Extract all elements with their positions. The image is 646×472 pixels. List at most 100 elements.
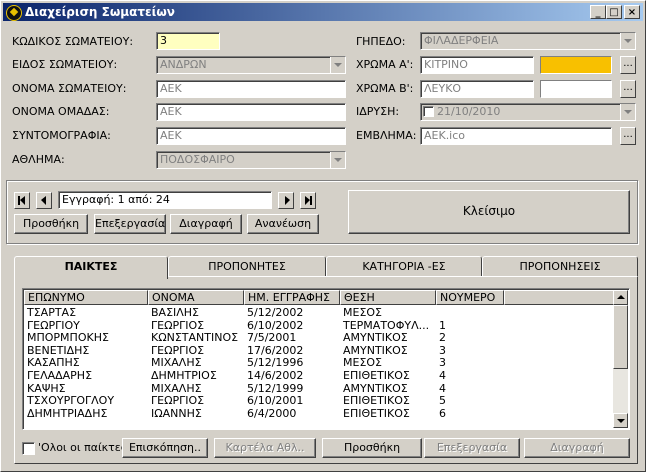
all-players-checkbox[interactable] bbox=[22, 442, 35, 455]
chevron-down-icon[interactable] bbox=[330, 152, 345, 168]
color-a-swatch bbox=[540, 56, 612, 74]
stadium-combo[interactable]: ΦΙΛΑΔΕΡΦΕΙΑ bbox=[420, 32, 636, 50]
sport-combo[interactable]: ΠΟΔΟΣΦΑΙΡΟ bbox=[156, 151, 346, 169]
last-record-button[interactable] bbox=[300, 192, 316, 209]
tab-coaches[interactable]: ΠΡΟΠΟΝΗΤΕΣ bbox=[168, 256, 326, 276]
tab-categories[interactable]: ΚΑΤΗΓΟΡΙΑ -ΕΣ bbox=[326, 256, 482, 276]
maximize-button[interactable]: □ bbox=[606, 5, 622, 19]
table-row[interactable]: ΤΣΧΟΥΡΓΟΓΛΟΥ ΓΕΩΡΓΙΟΣ 6/10/2001 ΕΠΙΘΕΤΙΚΟΣ 5 bbox=[24, 394, 616, 407]
club-name-field[interactable]: ΑΕΚ bbox=[156, 80, 346, 98]
column-header-filler bbox=[504, 290, 614, 305]
table-row[interactable]: ΒΕΝΕΤΙΔΗΣ ΓΕΩΡΓΙΟΣ 17/6/2002 ΑΜΥΝΤΙΚΟΣ 3 bbox=[24, 344, 616, 357]
delete-record-button[interactable]: Διαγραφή bbox=[170, 214, 242, 234]
table-cell: ΓΕΛΑΔΑΡΗΣ bbox=[27, 369, 93, 382]
table-cell: ΒΕΝΕΤΙΔΗΣ bbox=[27, 343, 90, 357]
abbreviation-field[interactable]: ΑΕΚ bbox=[156, 127, 346, 145]
table-cell: ΔΗΜΗΤΡΙΟΣ bbox=[151, 369, 217, 382]
table-cell: ΕΠΙΘΕΤΙΚΟΣ bbox=[343, 369, 410, 382]
table-cell: ΜΙΧΑΛΗΣ bbox=[151, 381, 202, 395]
table-cell: 2 bbox=[439, 331, 446, 345]
founded-checkbox[interactable] bbox=[423, 106, 434, 117]
table-row[interactable]: ΚΑΨΗΣ ΜΙΧΑΛΗΣ 5/12/1999 ΑΜΥΝΤΙΚΟΣ 4 bbox=[24, 382, 616, 395]
table-cell: ΜΠΟΡΜΠΟΚΗΣ bbox=[27, 331, 109, 345]
minimize-button[interactable]: _ bbox=[590, 5, 606, 19]
club-name-label: ΟΝΟΜΑ ΣΩΜΑΤΕΙΟΥ: bbox=[12, 82, 127, 95]
type-combo[interactable]: ΑΝΔΡΩΝ bbox=[156, 56, 346, 74]
add-record-button[interactable]: Προσθήκη bbox=[14, 214, 88, 234]
table-cell: ΜΙΧΑΛΗΣ bbox=[151, 356, 202, 370]
chevron-down-icon[interactable] bbox=[330, 57, 345, 73]
scroll-thumb[interactable] bbox=[613, 305, 628, 369]
column-header-number[interactable]: ΝΟΥΜΕΡΟ bbox=[436, 290, 504, 305]
table-cell: 3 bbox=[439, 343, 446, 357]
table-cell: ΚΩΝΣΤΑΝΤΙΝΟΣ bbox=[151, 331, 239, 345]
all-players-label: 'Ολοι οι παίκτες bbox=[38, 441, 128, 454]
table-cell: 14/6/2002 bbox=[247, 369, 304, 382]
table-cell: ΑΜΥΝΤΙΚΟΣ bbox=[343, 331, 408, 345]
add-player-button[interactable]: Προσθήκη bbox=[322, 438, 422, 458]
emblem-field[interactable]: AEK.ico bbox=[420, 127, 612, 145]
table-cell: ΕΠΙΘΕΤΙΚΟΣ bbox=[343, 406, 410, 420]
table-cell: ΑΜΥΝΤΙΚΟΣ bbox=[343, 343, 408, 357]
close-window-button[interactable]: × bbox=[624, 5, 640, 19]
scroll-up-icon[interactable] bbox=[613, 290, 628, 305]
founded-date-picker[interactable]: 21/10/2010 bbox=[420, 103, 636, 121]
table-row[interactable]: ΓΕΩΡΓΙΟΥ ΓΕΩΡΓΙΟΣ 6/10/2002 ΤΕΡΜΑΤΟΦΥΛ... 1 bbox=[24, 319, 616, 332]
emblem-browse-button[interactable]: ... bbox=[620, 127, 636, 145]
code-field[interactable]: 3 bbox=[156, 32, 220, 50]
scroll-down-icon[interactable] bbox=[613, 413, 628, 428]
abbreviation-label: ΣΥΝΤΟΜΟΓΡΑΦΙΑ: bbox=[12, 129, 111, 142]
color-b-picker-button[interactable]: ... bbox=[620, 80, 636, 98]
table-cell: 3 bbox=[439, 356, 446, 370]
athlete-card-button[interactable]: Καρτέλα Αθλ.. bbox=[214, 438, 316, 458]
founded-date-value: 21/10/2010 bbox=[437, 105, 501, 118]
type-label: ΕΙΔΟΣ ΣΩΜΑΤΕΙΟΥ: bbox=[12, 58, 118, 71]
color-b-field[interactable]: ΛΕΥΚΟ bbox=[420, 80, 534, 98]
column-header-registration-date[interactable]: ΗΜ. ΕΓΓΡΑΦΗΣ bbox=[244, 290, 340, 305]
preview-button[interactable]: Επισκόπηση.. bbox=[122, 438, 208, 458]
table-cell: ΔΗΜΗΤΡΙΑΔΗΣ bbox=[27, 406, 108, 420]
team-name-field[interactable]: ΑΕΚ bbox=[156, 103, 346, 121]
sport-combo-value: ΠΟΔΟΣΦΑΙΡΟ bbox=[160, 153, 235, 166]
previous-record-button[interactable] bbox=[36, 192, 52, 209]
players-grid[interactable]: ΕΠΩΝΥΜΟ ΟΝΟΜΑ ΗΜ. ΕΓΓΡΑΦΗΣ ΘΕΣΗ ΝΟΥΜΕΡΟ … bbox=[22, 288, 630, 430]
table-cell: ΤΕΡΜΑΤΟΦΥΛ... bbox=[343, 318, 430, 332]
table-cell: ΓΕΩΡΓΙΟΣ bbox=[151, 343, 205, 357]
title-bar: Διαχείριση Σωματείων _ □ × bbox=[3, 3, 643, 21]
table-cell: ΓΕΩΡΓΙΟΣ bbox=[151, 394, 205, 408]
delete-player-button[interactable]: Διαγραφή bbox=[524, 438, 630, 458]
table-row[interactable]: ΚΑΣΑΠΗΣ ΜΙΧΑΛΗΣ 5/12/1996 ΜΕΣΟΣ 3 bbox=[24, 356, 616, 369]
column-header-position[interactable]: ΘΕΣΗ bbox=[340, 290, 436, 305]
table-row[interactable]: ΔΗΜΗΤΡΙΑΔΗΣ ΙΩΑΝΝΗΣ 6/4/2000 ΕΠΙΘΕΤΙΚΟΣ 6 bbox=[24, 407, 616, 420]
table-cell: ΤΣΧΟΥΡΓΟΓΛΟΥ bbox=[27, 394, 115, 408]
table-row[interactable]: ΓΕΛΑΔΑΡΗΣ ΔΗΜΗΤΡΙΟΣ 14/6/2002 ΕΠΙΘΕΤΙΚΟΣ 4 bbox=[24, 369, 616, 382]
edit-player-button[interactable]: Επεξεργασία bbox=[424, 438, 520, 458]
tab-players[interactable]: ΠΑΙΚΤΕΣ bbox=[14, 256, 168, 279]
chevron-down-icon[interactable] bbox=[620, 104, 635, 120]
window-title: Διαχείριση Σωματείων bbox=[25, 5, 175, 19]
app-emblem-icon bbox=[6, 5, 22, 21]
edit-record-button[interactable]: Επεξεργασία bbox=[94, 214, 166, 234]
column-header-surname[interactable]: ΕΠΩΝΥΜΟ bbox=[24, 290, 148, 305]
table-cell: ΙΩΑΝΝΗΣ bbox=[151, 406, 202, 420]
table-row[interactable]: ΤΣΑΡΤΑΣ ΒΑΣΙΛΗΣ 5/12/2002 ΜΕΣΟΣ bbox=[24, 306, 616, 319]
color-a-picker-button[interactable]: ... bbox=[620, 56, 636, 74]
color-a-field[interactable]: ΚΙΤΡΙΝΟ bbox=[420, 56, 534, 74]
team-name-label: ΟΝΟΜΑ ΟΜΑΔΑΣ: bbox=[12, 105, 110, 118]
tab-trainings[interactable]: ΠΡΟΠΟΝΗΣΕΙΣ bbox=[482, 256, 638, 276]
first-record-button[interactable] bbox=[14, 192, 30, 209]
refresh-button[interactable]: Ανανέωση bbox=[247, 214, 319, 234]
grid-vertical-scrollbar[interactable] bbox=[613, 290, 628, 428]
founded-label: ΙΔΡΥΣΗ: bbox=[356, 105, 400, 118]
stadium-combo-value: ΦΙΛΑΔΕΡΦΕΙΑ bbox=[424, 34, 499, 47]
close-form-button[interactable]: Κλείσιμο bbox=[348, 190, 630, 234]
table-cell: ΒΑΣΙΛΗΣ bbox=[151, 306, 200, 319]
table-cell: ΜΕΣΟΣ bbox=[343, 356, 382, 370]
emblem-label: ΕΜΒΛΗΜΑ: bbox=[356, 129, 417, 142]
table-row[interactable]: ΜΠΟΡΜΠΟΚΗΣ ΚΩΝΣΤΑΝΤΙΝΟΣ 7/5/2001 ΑΜΥΝΤΙΚΟΣ 2 bbox=[24, 331, 616, 344]
chevron-down-icon[interactable] bbox=[620, 33, 635, 49]
column-header-name[interactable]: ΟΝΟΜΑ bbox=[148, 290, 244, 305]
table-cell: ΑΜΥΝΤΙΚΟΣ bbox=[343, 381, 408, 395]
table-cell: ΚΑΨΗΣ bbox=[27, 381, 66, 395]
next-record-button[interactable] bbox=[278, 192, 294, 209]
